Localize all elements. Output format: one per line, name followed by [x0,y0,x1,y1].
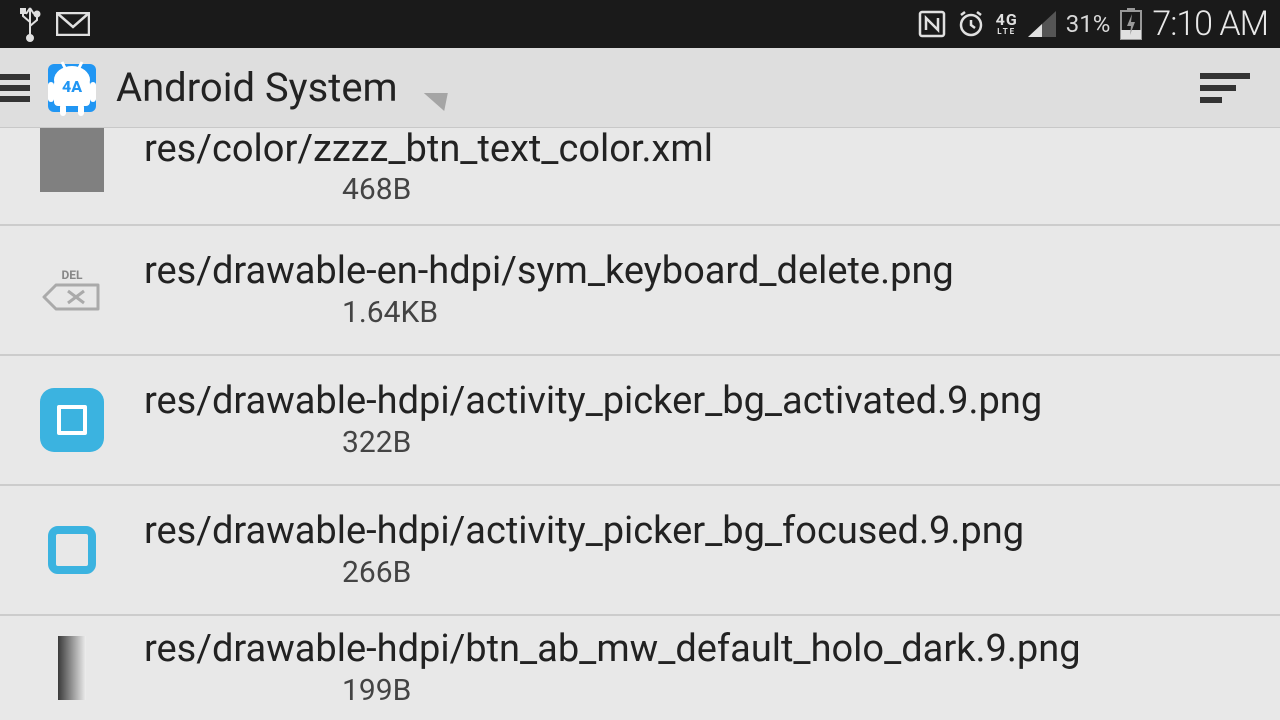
file-thumb-generic-icon [40,128,104,192]
file-thumb-activated-icon [40,388,104,452]
app-icon[interactable]: 4A [48,64,96,112]
file-size: 1.64KB [342,295,954,330]
file-path: res/drawable-hdpi/btn_ab_mw_default_holo… [144,628,1081,672]
file-path: res/drawable-en-hdpi/sym_keyboard_delete… [144,250,954,294]
file-thumb-focused-icon [40,518,104,582]
nfc-icon [918,10,946,38]
file-info: res/drawable-en-hdpi/sym_keyboard_delete… [144,250,954,331]
file-thumb-delete-key-icon: DEL [40,258,104,322]
clock: 7:10 AM [1152,4,1272,44]
file-info: res/drawable-hdpi/btn_ab_mw_default_holo… [144,628,1081,709]
list-item[interactable]: DEL res/drawable-en-hdpi/sym_keyboard_de… [0,226,1280,356]
dropdown-indicator-icon[interactable] [423,93,455,111]
app-title[interactable]: Android System [116,64,398,111]
sort-icon[interactable] [1200,67,1250,109]
status-left [8,6,90,42]
app-bar: 4A Android System [0,48,1280,128]
alarm-icon [956,9,986,39]
menu-icon[interactable] [0,69,30,107]
svg-text:4A: 4A [62,77,82,96]
file-size: 468B [342,172,713,207]
usb-icon [18,6,42,42]
file-info: res/drawable-hdpi/activity_picker_bg_foc… [144,510,1024,591]
signal-icon [1028,11,1056,37]
battery-percent: 31% [1066,10,1111,38]
list-item[interactable]: res/drawable-hdpi/activity_picker_bg_foc… [0,486,1280,616]
file-path: res/drawable-hdpi/activity_picker_bg_act… [144,380,1042,424]
list-item[interactable]: res/drawable-hdpi/btn_ab_mw_default_holo… [0,616,1280,720]
battery-charging-icon [1120,8,1142,40]
file-size: 322B [342,425,1042,460]
file-path: res/color/zzzz_btn_text_color.xml [144,128,713,172]
list-item[interactable]: res/color/zzzz_btn_text_color.xml 468B [0,128,1280,226]
network-sublabel: LTE [997,28,1016,35]
svg-text:DEL: DEL [61,268,83,282]
gmail-icon [56,12,90,36]
network-label: 4G [996,13,1018,27]
file-path: res/drawable-hdpi/activity_picker_bg_foc… [144,510,1024,554]
file-info: res/drawable-hdpi/activity_picker_bg_act… [144,380,1042,461]
file-info: res/color/zzzz_btn_text_color.xml 468B [144,128,713,207]
file-size: 199B [342,673,1081,708]
file-size: 266B [342,555,1024,590]
status-right: 4G LTE 31% 7:10 AM [918,4,1272,44]
file-thumb-gradient-icon [40,636,104,700]
file-list[interactable]: res/color/zzzz_btn_text_color.xml 468B D… [0,128,1280,720]
status-bar: 4G LTE 31% 7:10 AM [0,0,1280,48]
list-item[interactable]: res/drawable-hdpi/activity_picker_bg_act… [0,356,1280,486]
network-4g-icon: 4G LTE [996,13,1018,35]
